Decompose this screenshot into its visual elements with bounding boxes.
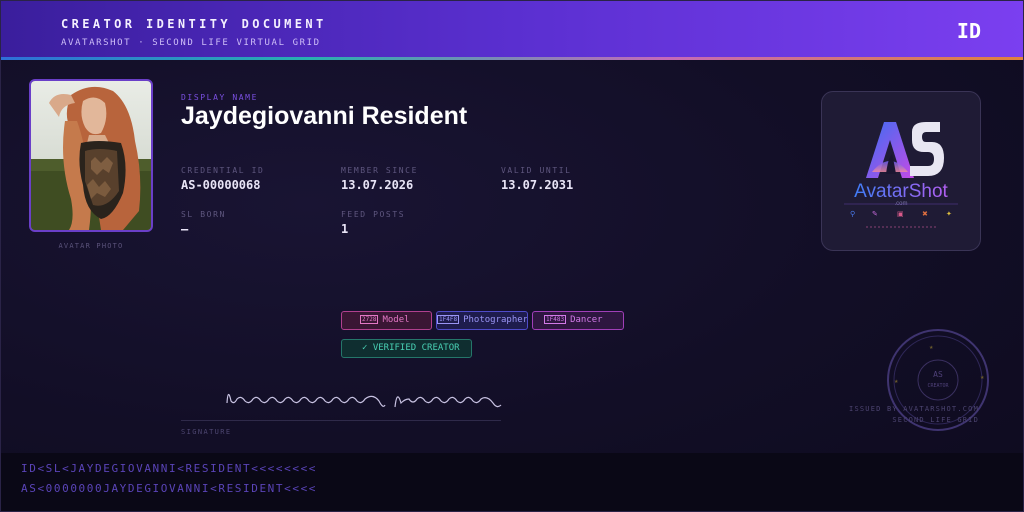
issuer-line-1: ISSUED BY AVATARSHOT.COM: [849, 405, 979, 413]
machine-readable-zone: ID<SL<JAYDEGIOVANNI<RESIDENT<<<<<<<< AS<…: [1, 453, 1023, 511]
card-header: CREATOR IDENTITY DOCUMENT AVATARSHOT · S…: [1, 1, 1023, 57]
sl-born-label: SL BORN: [181, 210, 226, 219]
issuer-text: ISSUED BY AVATARSHOT.COM SECOND LIFE GRI…: [849, 404, 979, 426]
tag-photographer-code: 1F4F8: [437, 315, 460, 324]
mrz-line-2: AS<0000000JAYDEGIOVANNI<RESIDENT<<<<: [21, 482, 318, 495]
brand-logo: AvatarShot .com ⚲ ✎ ▣ ✖ ✦: [844, 122, 958, 228]
issuer-line-2: SECOND LIFE GRID: [892, 416, 979, 424]
avatar-photo: [29, 79, 153, 232]
svg-text:⚲: ⚲: [850, 210, 855, 218]
document-title: CREATOR IDENTITY DOCUMENT: [61, 17, 327, 31]
tag-photographer-label: Photographer: [463, 315, 528, 325]
svg-text:✎: ✎: [872, 210, 878, 218]
credential-id-label: CREDENTIAL ID: [181, 166, 265, 175]
tag-model-label: Model: [382, 315, 410, 325]
brand-logo-card: AvatarShot .com ⚲ ✎ ▣ ✖ ✦: [821, 91, 981, 251]
signature-scribble: [226, 393, 502, 408]
valid-until-value: 13.07.2031: [501, 178, 574, 192]
display-name: Jaydegiovanni Resident: [181, 102, 468, 130]
svg-text:★: ★: [929, 345, 934, 351]
tag-dancer-label: Dancer: [570, 315, 603, 325]
svg-text:★: ★: [894, 379, 899, 385]
mrz-line-1: ID<SL<JAYDEGIOVANNI<RESIDENT<<<<<<<<: [21, 462, 318, 475]
credential-id-value: AS-00000068: [181, 178, 261, 192]
signature-label: SIGNATURE: [181, 428, 232, 436]
header-divider: [1, 57, 1023, 60]
svg-text:✖: ✖: [922, 210, 928, 218]
tag-model: 2728 Model: [341, 311, 432, 330]
feed-posts-label: FEED POSTS: [341, 210, 406, 219]
id-badge: ID: [956, 19, 981, 43]
svg-text:CREATOR: CREATOR: [927, 383, 949, 389]
verified-creator-badge: ✓ VERIFIED CREATOR: [341, 339, 472, 358]
sl-born-value: —: [181, 222, 189, 236]
svg-text:✦: ✦: [946, 210, 952, 218]
svg-text:AS: AS: [933, 370, 943, 379]
document-subtitle: AVATARSHOT · SECOND LIFE VIRTUAL GRID: [61, 38, 321, 48]
tag-dancer-code: 1F483: [544, 315, 567, 324]
tag-photographer: 1F4F8 Photographer: [436, 311, 528, 330]
avatar-photo-caption: AVATAR PHOTO: [58, 242, 124, 250]
tag-dancer: 1F483 Dancer: [532, 311, 624, 330]
display-name-label: DISPLAY NAME: [181, 93, 258, 102]
signature-line: [181, 420, 501, 421]
valid-until-label: VALID UNTIL: [501, 166, 572, 175]
member-since-label: MEMBER SINCE: [341, 166, 418, 175]
svg-text:▣: ▣: [897, 210, 904, 218]
member-since-value: 13.07.2026: [341, 178, 414, 192]
feed-posts-value: 1: [341, 222, 349, 236]
svg-text:★: ★: [980, 375, 985, 381]
tag-model-code: 2728: [360, 315, 379, 324]
brand-logo-wordmark: AvatarShot: [854, 181, 948, 202]
identity-card: CREATOR IDENTITY DOCUMENT AVATARSHOT · S…: [0, 0, 1024, 512]
